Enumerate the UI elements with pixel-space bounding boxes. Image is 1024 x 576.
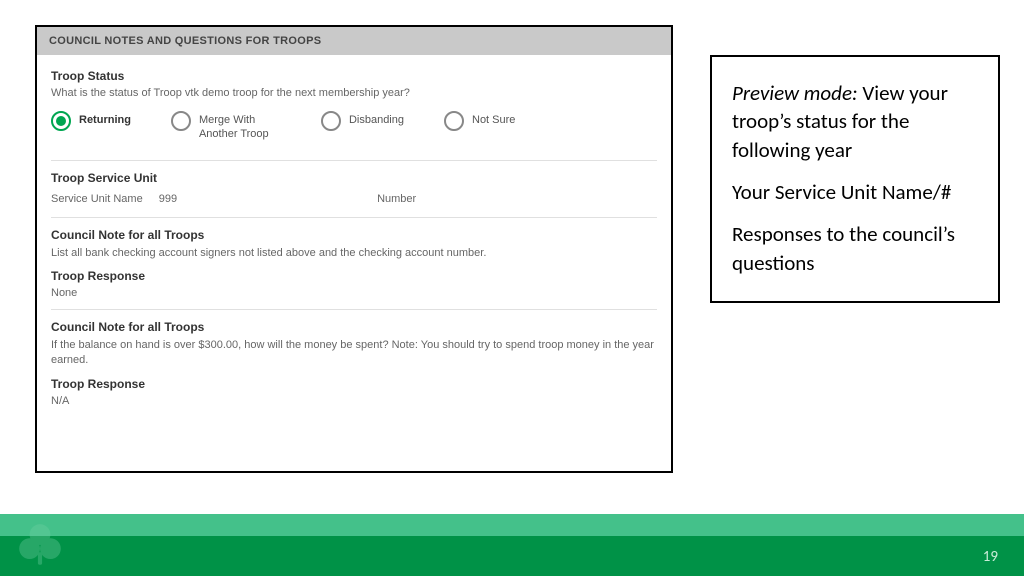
council-note2-label: Council Note for all Troops [51,320,657,334]
troop-response1-value: None [51,287,657,299]
radio-label: Merge With Another Troop [199,111,281,142]
troop-status-options: Returning Merge With Another Troop Disba… [51,111,657,142]
page-number: 19 [983,548,998,566]
radio-merge[interactable]: Merge With Another Troop [171,111,281,142]
su-name-label: Service Unit Name [51,193,143,205]
slide-footer: 19 [0,514,1024,576]
radio-label: Not Sure [472,111,515,127]
divider [51,309,657,310]
troop-status-question: What is the status of Troop vtk demo tro… [51,87,657,99]
divider [51,160,657,161]
troop-response1-label: Troop Response [51,269,657,283]
su-name-value: 999 [159,193,177,205]
trefoil-icon [14,520,66,572]
troop-response2-label: Troop Response [51,377,657,391]
panel-header: COUNCIL NOTES AND QUESTIONS FOR TROOPS [37,27,671,55]
council-note2-text: If the balance on hand is over $300.00, … [51,338,657,369]
su-number-label: Number [377,193,416,205]
troop-status-label: Troop Status [51,69,657,83]
council-note1-text: List all bank checking account signers n… [51,246,657,261]
panel-body: Troop Status What is the status of Troop… [37,55,671,425]
callout-line3: Responses to the council’s questions [732,220,978,277]
footer-bg [0,514,1024,576]
radio-notsure[interactable]: Not Sure [444,111,515,131]
service-unit-row: Service Unit Name 999 Number [51,193,657,205]
radio-icon [51,111,71,131]
service-unit-label: Troop Service Unit [51,171,657,185]
radio-icon [321,111,341,131]
radio-icon [444,111,464,131]
callout-line2: Your Service Unit Name/# [732,178,978,206]
callout-lead: Preview mode: [732,80,862,106]
council-notes-panel: COUNCIL NOTES AND QUESTIONS FOR TROOPS T… [35,25,673,473]
radio-disbanding[interactable]: Disbanding [321,111,404,131]
annotation-callout: Preview mode: View your troop’s status f… [710,55,1000,303]
radio-icon [171,111,191,131]
callout-line1: Preview mode: View your troop’s status f… [732,79,978,164]
radio-label: Returning [79,111,131,127]
radio-returning[interactable]: Returning [51,111,131,131]
divider [51,217,657,218]
radio-label: Disbanding [349,111,404,127]
council-note1-label: Council Note for all Troops [51,228,657,242]
troop-response2-value: N/A [51,395,657,407]
